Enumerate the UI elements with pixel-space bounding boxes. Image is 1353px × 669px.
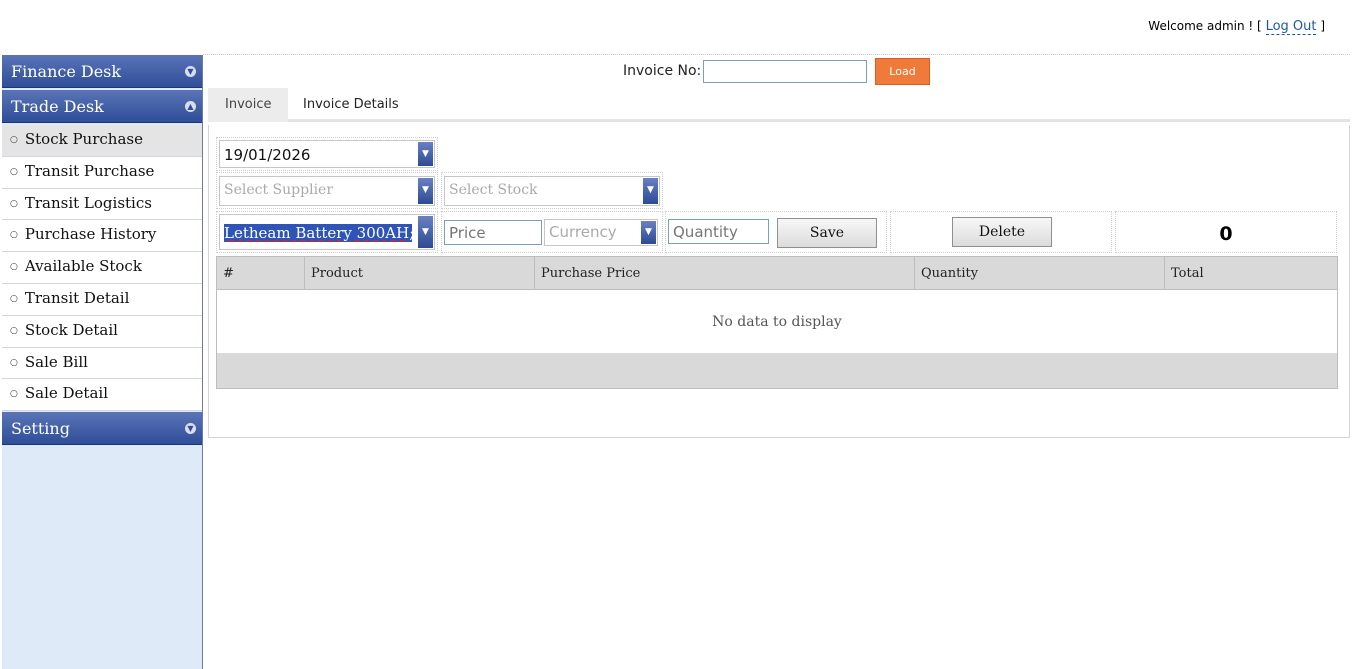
price-input[interactable] [444,220,542,245]
save-button[interactable]: Save [777,218,877,248]
welcome-text: Welcome admin ! [ [1148,19,1262,33]
sidebar-item-label: Stock Purchase [24,130,143,148]
sidebar-item-label: Stock Detail [24,320,118,339]
supplier-placeholder: Select Supplier [224,182,334,198]
column-header-total[interactable]: Total [1165,257,1337,289]
welcome-message: Welcome admin ! [ Log Out ] [1148,19,1325,35]
sidebar-item-label: Available Stock [24,257,142,276]
sidebar: Finance Desk ▼ Trade Desk ▲ ○ Stock Purch… [2,55,203,669]
chevron-down-icon[interactable]: ▼ [418,178,433,204]
grid-header: # Product Purchase Price Quantity Total [217,257,1337,290]
sidebar-item-label: Purchase History [24,225,157,244]
sidebar-item-sale-detail[interactable]: ○ Sale Detail [2,379,202,412]
bullet-icon: ○ [10,389,18,400]
trade-desk-menu: ○ Stock Purchase ○ Transit Purchase ○ Trans… [2,125,202,412]
sidebar-item-label: Sale Bill [24,352,88,371]
sidebar-item-transit-purchase[interactable]: ○ Transit Purchase [2,156,202,189]
currency-placeholder: Currency [549,223,617,241]
sidebar-item-stock-detail[interactable]: ○ Stock Detail [2,315,202,348]
column-header-purchase-price[interactable]: Purchase Price [535,257,915,289]
sidebar-item-purchase-history[interactable]: ○ Purchase History [2,220,202,253]
chevron-down-icon[interactable]: ▼ [418,142,433,166]
tab-bar: Invoice Invoice Details [208,88,1350,122]
column-header-number[interactable]: # [217,257,305,289]
chevron-down-icon[interactable]: ▼ [418,216,433,248]
bullet-icon: ○ [10,135,18,145]
chevron-down-icon[interactable]: ▼ [185,423,196,434]
bullet-icon: ○ [10,357,18,368]
total-value: 0 [1219,223,1233,245]
bullet-icon: ○ [10,166,18,177]
sidebar-item-available-stock[interactable]: ○ Available Stock [2,252,202,284]
logout-link[interactable]: Log Out [1265,19,1317,35]
quantity-input[interactable] [668,219,769,244]
bullet-icon: ○ [10,198,18,209]
load-button[interactable]: Load [875,58,930,85]
sidebar-item-sale-bill[interactable]: ○ Sale Bill [2,347,202,380]
bullet-icon: ○ [10,230,18,241]
stock-placeholder: Select Stock [449,182,538,198]
sidebar-section-label: Setting [11,419,70,438]
invoice-search-bar: Invoice No: Load [210,56,1350,88]
currency-select[interactable]: Currency ▼ [544,219,658,246]
invoice-no-label: Invoice No: [623,63,702,79]
column-header-product[interactable]: Product [305,257,535,289]
header-divider [203,54,1350,55]
stock-select[interactable]: Select Stock ▼ [444,176,660,206]
chevron-up-icon[interactable]: ▲ [185,101,196,112]
chevron-down-icon[interactable]: ▼ [185,66,196,77]
column-header-quantity[interactable]: Quantity [915,257,1165,289]
sidebar-item-label: Sale Detail [24,384,108,403]
tab-invoice[interactable]: Invoice [208,88,289,122]
grid-footer [217,353,1337,388]
grid-empty-message: No data to display [712,314,842,330]
sidebar-item-transit-logistics[interactable]: ○ Transit Logistics [2,188,202,221]
bullet-icon: ○ [10,325,18,336]
sidebar-item-label: Transit Logistics [24,193,152,212]
top-bar: Welcome admin ! [ Log Out ] [0,0,1353,54]
sidebar-item-stock-purchase[interactable]: ○ Stock Purchase [2,125,202,157]
sidebar-item-transit-detail[interactable]: ○ Transit Detail [2,283,202,316]
supplier-select[interactable]: Select Supplier ▼ [219,176,435,206]
chevron-down-icon[interactable]: ▼ [643,178,658,204]
sidebar-section-setting[interactable]: Setting ▼ [2,412,202,445]
sidebar-section-trade-desk[interactable]: Trade Desk ▲ [2,90,202,123]
sidebar-section-label: Finance Desk [11,62,122,81]
product-select[interactable]: Letheam Battery 300AH; D ▼ [219,214,435,250]
tab-invoice-details[interactable]: Invoice Details [286,88,416,122]
sidebar-section-label: Trade Desk [11,97,104,116]
product-value: Letheam Battery 300AH; D [224,224,412,242]
sidebar-section-finance-desk[interactable]: Finance Desk ▼ [2,55,202,88]
delete-button[interactable]: Delete [952,217,1052,247]
invoice-no-input[interactable] [703,60,867,83]
chevron-down-icon[interactable]: ▼ [641,221,656,244]
welcome-suffix: ] [1320,19,1325,33]
date-picker[interactable]: 19/01/2026 ▼ [219,140,435,168]
sidebar-item-label: Transit Detail [24,288,130,307]
date-value: 19/01/2026 [224,146,311,164]
bullet-icon: ○ [10,262,18,273]
purchase-grid: # Product Purchase Price Quantity Total … [216,256,1338,389]
bullet-icon: ○ [10,293,18,304]
sidebar-item-label: Transit Purchase [24,161,155,180]
